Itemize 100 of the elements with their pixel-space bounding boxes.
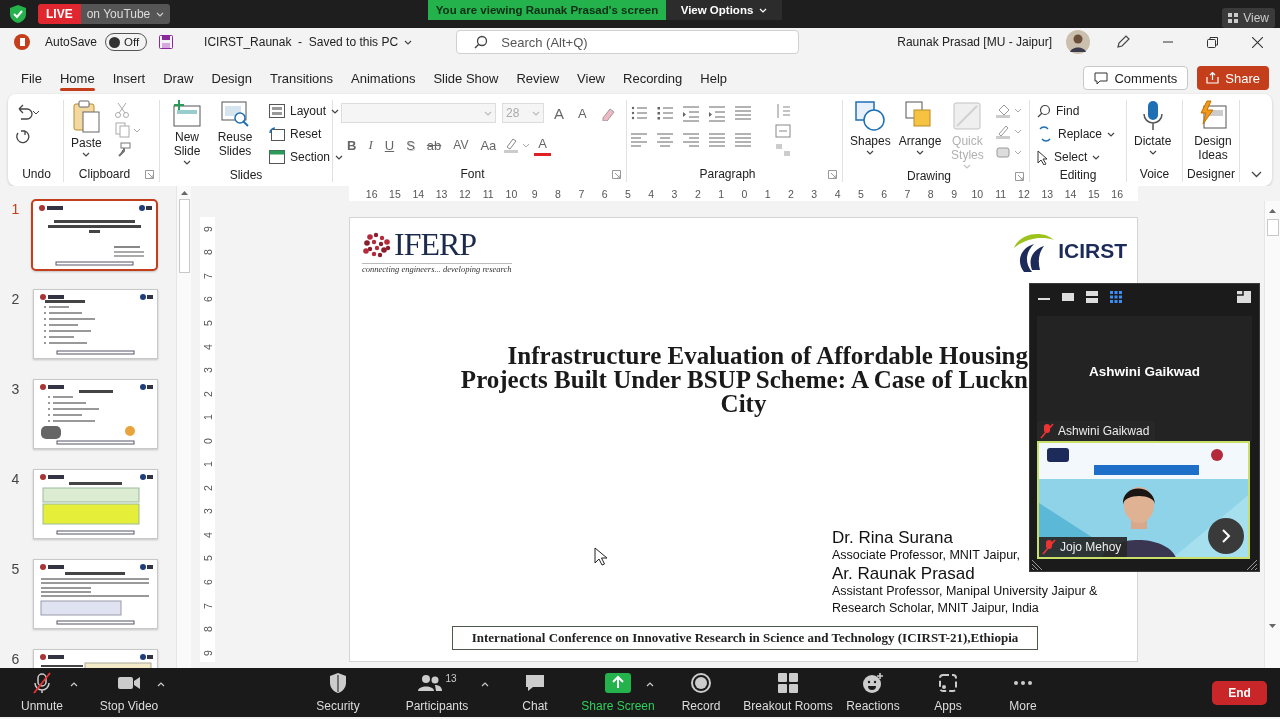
format-button[interactable]: I bbox=[364, 134, 377, 156]
menu-tab[interactable]: Animations bbox=[342, 64, 425, 92]
slide-thumbnail[interactable] bbox=[33, 469, 158, 539]
slide-footer: International Conference on Innovative Research in Science and Technology (ICIRST-21),Ethiopia bbox=[452, 626, 1038, 650]
strip-view-icon[interactable] bbox=[1086, 290, 1098, 303]
caret-icon[interactable] bbox=[404, 39, 413, 45]
launcher-icon[interactable] bbox=[612, 169, 621, 179]
pen-icon[interactable] bbox=[1114, 34, 1131, 50]
toolbar-button[interactable]: 13 Participants bbox=[380, 668, 494, 717]
format-button[interactable]: S bbox=[402, 134, 419, 156]
toolbar-button[interactable]: Record bbox=[660, 668, 742, 717]
menu-tab[interactable]: Review bbox=[507, 64, 569, 92]
gallery-view-icon[interactable] bbox=[1110, 290, 1122, 303]
slide-thumbnail[interactable] bbox=[33, 559, 158, 629]
format-button[interactable]: A bbox=[534, 134, 551, 156]
caret-icon[interactable] bbox=[1148, 150, 1157, 155]
ribbon-button[interactable]: Select bbox=[1034, 146, 1119, 168]
slide-thumbnail[interactable] bbox=[31, 199, 158, 271]
ribbon-button[interactable]: Paste bbox=[68, 100, 105, 157]
close-icon[interactable] bbox=[1252, 36, 1263, 48]
caret-icon[interactable] bbox=[866, 150, 875, 155]
scrollbar-thumb[interactable] bbox=[178, 199, 190, 273]
scrollbar[interactable] bbox=[176, 186, 191, 668]
bullets-icon[interactable] bbox=[631, 104, 647, 122]
menu-tab[interactable]: Transitions bbox=[260, 64, 343, 92]
exit-panel-icon[interactable] bbox=[1237, 290, 1251, 303]
toolbar-button[interactable]: Breakout Rooms bbox=[742, 668, 834, 717]
apps-icon bbox=[938, 673, 958, 693]
app-logo-icon[interactable] bbox=[14, 34, 30, 50]
end-button[interactable]: End bbox=[1212, 680, 1267, 705]
format-button[interactable]: ab bbox=[422, 134, 446, 156]
shapes-icon bbox=[854, 100, 887, 132]
ribbon-button[interactable]: Dictate bbox=[1131, 100, 1175, 155]
collapse-ribbon-icon[interactable] bbox=[1251, 171, 1262, 178]
caret-icon[interactable] bbox=[1092, 154, 1101, 160]
format-button[interactable]: Aa bbox=[476, 134, 501, 156]
decrease-indent-icon[interactable] bbox=[683, 104, 699, 122]
ribbon-button[interactable]: Arrange bbox=[895, 100, 945, 155]
menu-tab[interactable]: Home bbox=[50, 64, 104, 92]
launcher-icon[interactable] bbox=[1015, 171, 1024, 181]
format-button[interactable]: A bbox=[550, 102, 568, 124]
restore-icon[interactable] bbox=[1207, 36, 1218, 48]
avatar-icon[interactable] bbox=[1066, 30, 1090, 54]
slide-thumbnail[interactable] bbox=[33, 289, 158, 359]
numbering-icon[interactable] bbox=[657, 104, 673, 122]
menu-tab[interactable]: Design bbox=[202, 64, 261, 92]
toolbar-button[interactable]: Stop Video bbox=[84, 668, 174, 717]
toolbar-button[interactable]: Apps bbox=[912, 668, 984, 717]
format-button[interactable]: U bbox=[380, 134, 399, 156]
toolbar-button[interactable]: More bbox=[984, 668, 1062, 717]
caret-icon[interactable] bbox=[82, 152, 91, 157]
toolbar-button[interactable]: Unmute bbox=[0, 668, 84, 717]
caret-icon[interactable] bbox=[331, 108, 340, 114]
menu-tab[interactable]: Slide Show bbox=[424, 64, 508, 92]
file-title[interactable]: ICIRST_Raunak - Saved to this PC bbox=[198, 34, 419, 50]
ribbon-button[interactable]: Shapes bbox=[847, 100, 894, 155]
group-label: Designer bbox=[1186, 167, 1236, 181]
menu-tab[interactable]: Draw bbox=[154, 64, 203, 92]
scrollbar-thumb[interactable] bbox=[1266, 219, 1279, 236]
shape-fill-icon[interactable] bbox=[996, 102, 1023, 118]
search-field[interactable]: Search (Alt+Q) bbox=[456, 30, 800, 54]
toolbar-button[interactable]: Security bbox=[296, 668, 380, 717]
speaker-view-icon[interactable] bbox=[1062, 290, 1074, 303]
shield-icon[interactable] bbox=[8, 4, 28, 24]
stream-target-dropdown[interactable]: on YouTube bbox=[80, 4, 171, 24]
save-icon[interactable] bbox=[159, 35, 174, 49]
menu-tab[interactable]: Recording bbox=[614, 64, 692, 92]
caret-icon[interactable] bbox=[183, 160, 191, 165]
scrollbar[interactable] bbox=[1264, 201, 1280, 668]
resize-grip-icon[interactable] bbox=[1032, 560, 1042, 570]
increase-indent-icon[interactable] bbox=[709, 104, 725, 122]
redo-icon[interactable] bbox=[14, 128, 30, 144]
highlighter-icon[interactable] bbox=[504, 137, 531, 153]
caret-icon[interactable] bbox=[916, 150, 925, 155]
ribbon-button[interactable]: New Slide bbox=[164, 100, 210, 165]
view-button[interactable]: View bbox=[1222, 8, 1275, 28]
ribbon-button[interactable]: Find bbox=[1034, 100, 1119, 122]
format-button[interactable]: AV bbox=[449, 134, 473, 156]
share-icon bbox=[1206, 72, 1220, 84]
live-badge: LIVE bbox=[38, 4, 81, 24]
menu-tab[interactable]: Insert bbox=[103, 64, 155, 92]
toolbar-button[interactable]: Reactions bbox=[834, 668, 912, 717]
slide-thumbnail[interactable] bbox=[33, 379, 158, 449]
toolbar-button[interactable]: Share Screen bbox=[576, 668, 660, 717]
ribbon-button[interactable]: Reuse Slides bbox=[212, 100, 258, 158]
view-options-button[interactable]: View Options bbox=[666, 0, 782, 20]
menu-tab[interactable]: Help bbox=[691, 64, 737, 92]
resize-grip-icon[interactable] bbox=[1247, 560, 1257, 570]
format-button[interactable]: A bbox=[574, 102, 591, 124]
caret-icon[interactable] bbox=[1107, 131, 1116, 137]
caret-icon[interactable] bbox=[335, 154, 344, 160]
share-button[interactable]: Share bbox=[1197, 66, 1269, 90]
menu-tab[interactable]: File bbox=[12, 64, 51, 92]
ribbon-button[interactable]: Design Ideas bbox=[1187, 100, 1239, 162]
menu-tab[interactable]: View bbox=[568, 64, 614, 92]
ribbon-button[interactable]: Replace bbox=[1034, 123, 1119, 145]
launcher-icon[interactable] bbox=[828, 169, 837, 179]
launcher-icon[interactable] bbox=[145, 169, 154, 179]
comments-button[interactable]: Comments bbox=[1083, 66, 1189, 90]
toolbar-button[interactable]: Chat bbox=[494, 668, 576, 717]
